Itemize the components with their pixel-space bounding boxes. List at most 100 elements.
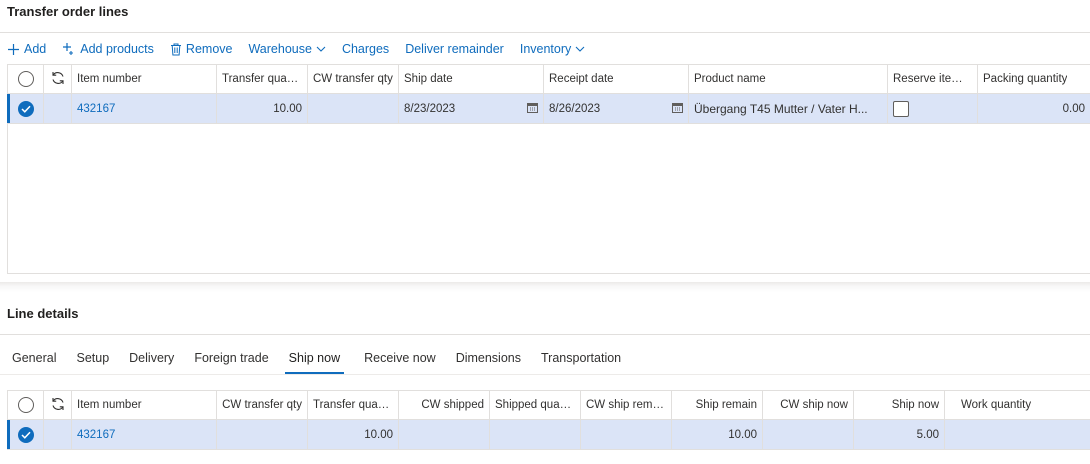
col-reserve-items-label: Reserve items ...: [893, 73, 972, 85]
product-name-cell[interactable]: Übergang T45 Mutter / Vater H...: [689, 94, 888, 123]
refresh-icon[interactable]: [50, 396, 66, 415]
product-name-value: Übergang T45 Mutter / Vater H...: [694, 101, 868, 116]
row-select-cell[interactable]: [8, 94, 44, 123]
col-item-number[interactable]: Item number: [72, 391, 217, 419]
col-cw-shipped-label: CW shipped: [421, 399, 484, 411]
grid-empty-area: [7, 124, 1090, 274]
col-ship-remain[interactable]: Ship remain: [672, 391, 763, 419]
col-cw-shipped[interactable]: CW shipped: [399, 391, 490, 419]
inventory-label: Inventory: [519, 42, 572, 56]
col-ship-date[interactable]: Ship date: [399, 65, 544, 93]
inventory-menu[interactable]: Inventory: [520, 42, 585, 56]
receipt-date-value: 8/26/2023: [549, 102, 601, 115]
transfer-quantity-value: 10.00: [364, 428, 393, 441]
table-row[interactable]: 432167 10.00 10.00 5.00: [7, 420, 1090, 450]
col-transfer-quantity-label: Transfer quanti...: [222, 73, 302, 85]
select-all-radio[interactable]: [17, 397, 34, 413]
transfer-order-lines-grid: Item number Transfer quanti... CW transf…: [7, 64, 1090, 124]
col-cw-ship-now[interactable]: CW ship now: [763, 391, 854, 419]
plus-icon: [7, 43, 20, 56]
deliver-remainder-button[interactable]: Deliver remainder: [405, 42, 504, 56]
refresh-icon[interactable]: [50, 70, 66, 89]
packing-quantity-cell[interactable]: 0.00: [978, 94, 1090, 123]
col-transfer-quantity[interactable]: Transfer quanti...: [308, 391, 399, 419]
row-spacer-cell: [44, 420, 72, 449]
ship-date-value: 8/23/2023: [404, 102, 456, 115]
col-ship-remain-label: Ship remain: [695, 399, 757, 411]
work-quantity-cell: [945, 420, 1090, 449]
charges-label: Charges: [341, 42, 390, 56]
warehouse-menu[interactable]: Warehouse: [248, 42, 326, 56]
tab-receive-now[interactable]: Receive now: [364, 346, 436, 374]
warehouse-label: Warehouse: [248, 42, 312, 56]
transfer-quantity-value: 10.00: [273, 102, 302, 115]
chevron-down-icon: [316, 46, 326, 52]
col-cw-transfer-qty[interactable]: CW transfer qty: [217, 391, 308, 419]
col-packing-quantity[interactable]: Packing quantity: [978, 65, 1090, 93]
col-cw-transfer-qty-label: CW transfer qty: [222, 399, 302, 411]
col-receipt-date[interactable]: Receipt date: [544, 65, 689, 93]
refresh-cell[interactable]: [44, 391, 72, 419]
shipped-quantity-cell: [490, 420, 581, 449]
col-work-quantity[interactable]: Work quantity: [945, 391, 1090, 419]
select-all-cell[interactable]: [8, 391, 44, 419]
section-divider: [0, 334, 1090, 335]
tab-dimensions[interactable]: Dimensions: [456, 346, 521, 374]
transfer-quantity-cell[interactable]: 10.00: [217, 94, 308, 123]
col-ship-now[interactable]: Ship now: [854, 391, 945, 419]
reserve-items-checkbox[interactable]: [893, 100, 909, 117]
remove-button[interactable]: Remove: [170, 42, 232, 56]
tab-general[interactable]: General: [12, 346, 56, 374]
add-products-button[interactable]: Add products: [62, 42, 154, 56]
charges-button[interactable]: Charges: [342, 42, 389, 56]
item-number-link[interactable]: 432167: [72, 420, 217, 449]
section-divider: [0, 32, 1090, 33]
table-row[interactable]: 432167 10.00 8/23/2023 8/26/2023 Übergan…: [7, 94, 1090, 124]
tab-transportation[interactable]: Transportation: [541, 346, 621, 374]
deliver-remainder-label: Deliver remainder: [405, 42, 504, 56]
col-ship-now-label: Ship now: [891, 399, 939, 411]
ship-now-value: 5.00: [916, 428, 939, 441]
calendar-icon[interactable]: [672, 102, 683, 116]
col-ship-date-label: Ship date: [404, 73, 453, 85]
row-selected-checkmark[interactable]: [17, 426, 34, 443]
cw-shipped-cell: [399, 420, 490, 449]
col-work-quantity-label: Work quantity: [961, 399, 1032, 411]
cw-ship-remain-cell: [581, 420, 672, 449]
ship-remain-value: 10.00: [728, 428, 757, 441]
col-cw-ship-remain[interactable]: CW ship remain: [581, 391, 672, 419]
reserve-items-cell[interactable]: [888, 94, 978, 123]
tab-foreign-trade[interactable]: Foreign trade: [194, 346, 268, 374]
line-details-title: Line details: [7, 306, 79, 321]
add-button[interactable]: Add: [7, 42, 46, 56]
col-transfer-quantity-label: Transfer quanti...: [313, 399, 393, 411]
receipt-date-cell[interactable]: 8/26/2023: [544, 94, 689, 123]
col-packing-quantity-label: Packing quantity: [983, 73, 1068, 85]
add-label: Add: [24, 42, 47, 56]
col-transfer-quantity[interactable]: Transfer quanti...: [217, 65, 308, 93]
ship-now-cell[interactable]: 5.00: [854, 420, 945, 449]
add-products-icon: [62, 42, 76, 56]
col-product-name[interactable]: Product name: [689, 65, 888, 93]
chevron-down-icon: [575, 46, 585, 52]
cw-ship-now-cell[interactable]: [763, 420, 854, 449]
col-reserve-items[interactable]: Reserve items ...: [888, 65, 978, 93]
calendar-icon[interactable]: [527, 102, 538, 116]
ship-date-cell[interactable]: 8/23/2023: [399, 94, 544, 123]
col-cw-transfer-qty[interactable]: CW transfer qty: [308, 65, 399, 93]
select-all-radio[interactable]: [17, 71, 34, 87]
item-number-link[interactable]: 432167: [72, 94, 217, 123]
row-select-cell[interactable]: [8, 420, 44, 449]
col-shipped-quantity[interactable]: Shipped quant...: [490, 391, 581, 419]
cw-transfer-qty-cell[interactable]: [308, 94, 399, 123]
refresh-cell[interactable]: [44, 65, 72, 93]
tab-ship-now[interactable]: Ship now: [284, 346, 345, 374]
col-product-name-label: Product name: [694, 73, 766, 85]
col-receipt-date-label: Receipt date: [549, 73, 614, 85]
select-all-cell[interactable]: [8, 65, 44, 93]
add-products-label: Add products: [80, 42, 154, 56]
tab-setup[interactable]: Setup: [76, 346, 109, 374]
row-selected-checkmark[interactable]: [17, 100, 34, 117]
tab-delivery[interactable]: Delivery: [129, 346, 174, 374]
col-item-number[interactable]: Item number: [72, 65, 217, 93]
